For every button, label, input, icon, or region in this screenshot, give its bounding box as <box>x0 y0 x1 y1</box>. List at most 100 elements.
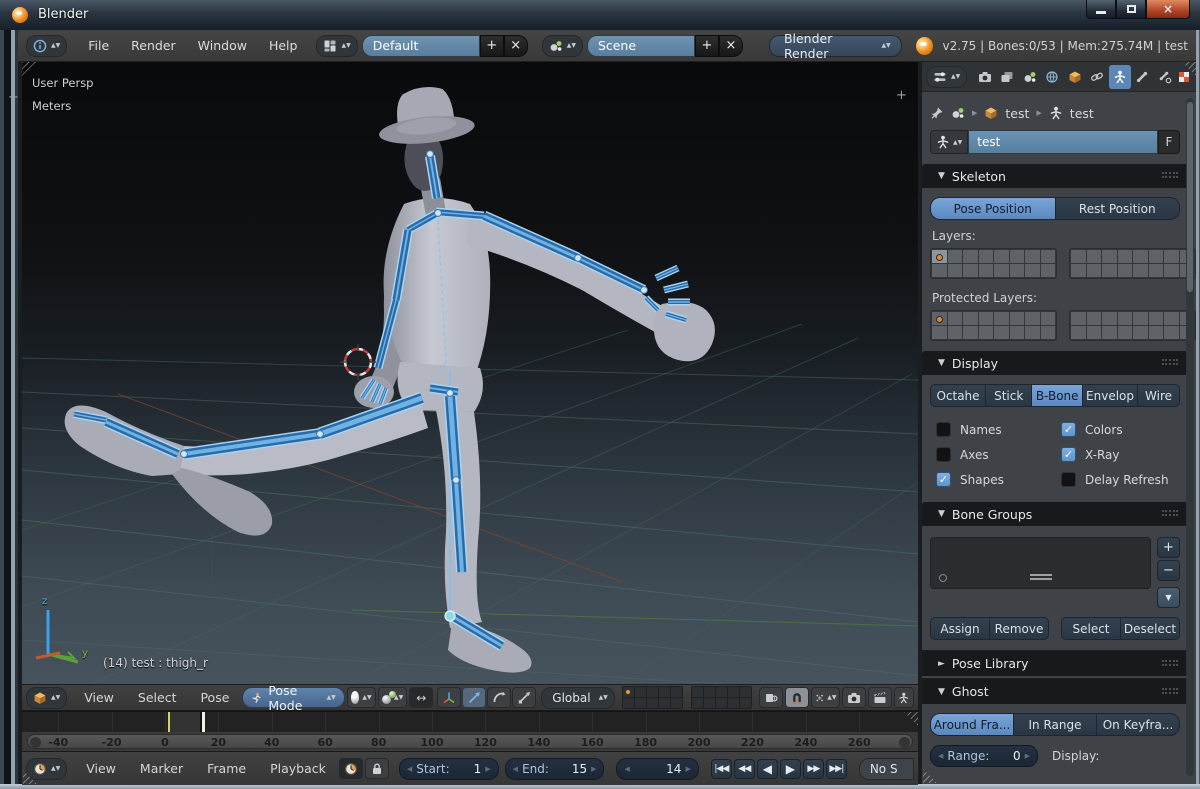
opengl-render-anim-button[interactable] <box>868 687 892 708</box>
layer-cell[interactable] <box>932 250 947 263</box>
add-bone-group-button[interactable]: + <box>1157 537 1180 558</box>
checkbox-x-ray[interactable]: ✓X-Ray <box>1055 442 1180 467</box>
scrollbar-thumb[interactable] <box>1187 102 1193 292</box>
add-layout-button[interactable]: + <box>480 35 504 57</box>
layer-cell[interactable] <box>948 312 963 325</box>
fake-user-button[interactable]: F <box>1158 130 1180 154</box>
layer-cell[interactable] <box>1041 264 1056 277</box>
layer-cell[interactable] <box>1118 312 1133 325</box>
deselect-button[interactable]: Deselect <box>1120 617 1180 640</box>
editor-type-selector[interactable]: ▲▼ <box>26 758 67 780</box>
layer-cell[interactable] <box>994 264 1009 277</box>
layer-cell[interactable] <box>1087 312 1102 325</box>
armature-layers-grid-1[interactable] <box>930 248 1057 279</box>
breadcrumb-data[interactable]: test <box>1070 106 1094 121</box>
remove-bone-group-button[interactable]: − <box>1157 560 1180 581</box>
layer-cell[interactable] <box>994 312 1009 325</box>
panel-grip-icon[interactable] <box>1162 172 1178 180</box>
layer-cell[interactable] <box>671 687 682 697</box>
layer-cell[interactable] <box>1087 326 1102 339</box>
layer-cell[interactable] <box>635 698 646 708</box>
viewport-shading-selector[interactable]: ▲▼ <box>347 687 376 708</box>
layer-cell[interactable] <box>1133 250 1148 263</box>
screen-layout-selector[interactable]: ▲▼ <box>316 35 357 57</box>
jump-to-end-button[interactable]: ▶▶| <box>826 759 847 779</box>
manipulator-axes-button[interactable] <box>437 687 461 708</box>
previous-keyframe-button[interactable]: ◀◀ <box>734 759 755 779</box>
bone-groups-list[interactable] <box>930 537 1151 589</box>
panel-grip-icon[interactable] <box>1162 359 1178 367</box>
layer-cell[interactable] <box>963 264 978 277</box>
layer-cell[interactable] <box>692 687 703 697</box>
tab-render-layers[interactable] <box>997 65 1018 89</box>
snap-toggle[interactable] <box>785 687 809 708</box>
layer-cell[interactable] <box>994 250 1009 263</box>
panel-grip-icon[interactable] <box>1162 688 1178 694</box>
layer-cell[interactable] <box>1164 264 1179 277</box>
layer-cell[interactable] <box>1118 250 1133 263</box>
pin-icon[interactable] <box>930 106 944 120</box>
3d-viewport[interactable]: User Persp Meters (14) test : thigh_r z … <box>22 62 918 684</box>
select-button[interactable]: Select <box>1061 617 1120 640</box>
layer-cell[interactable] <box>1025 264 1040 277</box>
character-mesh[interactable] <box>65 82 715 672</box>
menu-help[interactable]: Help <box>258 38 309 53</box>
pose-position-button[interactable]: Pose Position <box>930 197 1055 220</box>
pose-copy-button[interactable] <box>894 687 914 708</box>
checkbox-colors[interactable]: ✓Colors <box>1055 417 1180 442</box>
layer-cell[interactable] <box>728 698 739 708</box>
remove-layout-button[interactable]: × <box>504 35 528 57</box>
layer-cell[interactable] <box>635 687 646 697</box>
sync-mode-button[interactable]: No S <box>859 758 914 780</box>
frame-start-field[interactable]: ◀Start: 1▶ <box>399 758 499 780</box>
editor-type-selector[interactable]: ▲▼ <box>926 66 967 88</box>
layer-cell[interactable] <box>994 326 1009 339</box>
layer-cell[interactable] <box>963 326 978 339</box>
scene-balls-icon[interactable] <box>951 106 965 120</box>
layer-cell[interactable] <box>1010 326 1025 339</box>
play-button[interactable]: ▶ <box>780 759 801 779</box>
next-keyframe-button[interactable]: ▶▶ <box>803 759 824 779</box>
translate-manipulator-button[interactable] <box>462 687 486 708</box>
layer-cell[interactable] <box>1133 264 1148 277</box>
drawtype-bbone-button[interactable]: B-Bone <box>1031 384 1082 407</box>
pose-library-panel-header[interactable]: ► Pose Library <box>922 650 1188 676</box>
armature-layers-grid-2[interactable] <box>1069 248 1196 279</box>
layer-cell[interactable] <box>1149 326 1164 339</box>
layer-cell[interactable] <box>1118 326 1133 339</box>
layer-cell[interactable] <box>1041 250 1056 263</box>
menu-file[interactable]: File <box>77 38 120 53</box>
checkbox-box[interactable]: ✓ <box>1061 422 1076 437</box>
properties-scrollbar[interactable] <box>1186 98 1194 776</box>
layer-cell[interactable] <box>716 687 727 697</box>
layer-cell[interactable] <box>1010 250 1025 263</box>
skeleton-panel-header[interactable]: ▼ Skeleton <box>922 164 1188 188</box>
layer-cell[interactable] <box>1071 250 1086 263</box>
layer-cell[interactable] <box>1164 312 1179 325</box>
panel-grip-icon[interactable] <box>1162 660 1178 666</box>
layer-cell[interactable] <box>1149 250 1164 263</box>
manipulator-toggle[interactable]: ↔ <box>409 687 433 708</box>
layers-grid-1[interactable] <box>622 686 683 709</box>
datablock-type-selector[interactable]: ▲▼ <box>930 130 968 154</box>
layer-cell[interactable] <box>716 698 727 708</box>
minimize-button[interactable] <box>1086 0 1116 19</box>
tab-render[interactable] <box>974 65 995 89</box>
layer-cell[interactable] <box>1025 312 1040 325</box>
layer-cell[interactable] <box>932 312 947 325</box>
jump-to-start-button[interactable]: |◀◀ <box>711 759 732 779</box>
editor-type-selector[interactable]: ▲▼ <box>26 687 67 709</box>
layer-cell[interactable] <box>623 687 634 697</box>
layers-grid-2[interactable] <box>691 686 752 709</box>
window-titlebar[interactable]: Blender × <box>0 0 1200 30</box>
checkbox-axes[interactable]: ✓Axes <box>930 442 1055 467</box>
layer-cell[interactable] <box>1133 312 1148 325</box>
layer-cell[interactable] <box>704 698 715 708</box>
layer-cell[interactable] <box>1149 264 1164 277</box>
layer-cell[interactable] <box>948 264 963 277</box>
menu-marker[interactable]: Marker <box>129 761 194 776</box>
frame-end-field[interactable]: ◀End: 15▶ <box>505 758 605 780</box>
layer-cell[interactable] <box>740 687 751 697</box>
layer-cell[interactable] <box>1087 264 1102 277</box>
scene-name-field[interactable]: Scene <box>587 35 695 57</box>
